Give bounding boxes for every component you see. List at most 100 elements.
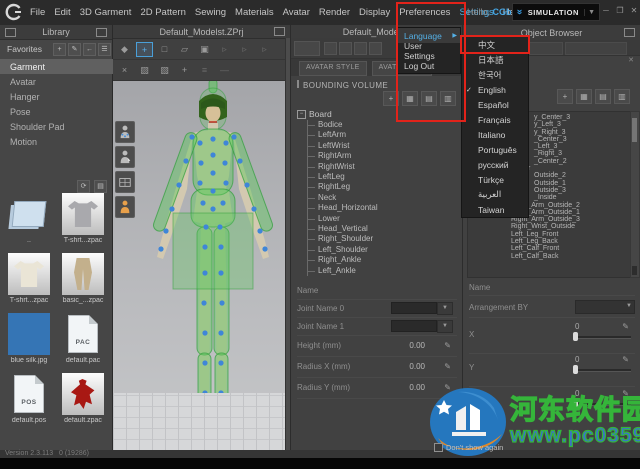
- library-category[interactable]: Hanger: [0, 89, 113, 104]
- tree-item[interactable]: LeftArm: [308, 130, 457, 140]
- menu-item[interactable]: Render: [319, 7, 350, 18]
- file-item[interactable]: PAC default.pac: [58, 313, 108, 364]
- joint-name-0-dropdown[interactable]: ▼: [437, 301, 453, 315]
- import-button[interactable]: ▤: [421, 91, 437, 106]
- rectangle-select-icon[interactable]: □: [156, 42, 173, 57]
- language-menu-item[interactable]: ✓ Français: [462, 112, 528, 127]
- dont-show-checkbox[interactable]: [434, 443, 443, 452]
- tree-item[interactable]: Left_Calf_Back: [468, 253, 630, 260]
- tree-item[interactable]: Head_Vertical: [308, 224, 457, 234]
- language-menu-item[interactable]: ✓ 中文: [460, 35, 530, 54]
- language-menu-item[interactable]: ✓ Español: [462, 97, 528, 112]
- delete-button[interactable]: ▦: [402, 91, 418, 106]
- tree-item[interactable]: Left_Shoulder: [308, 245, 457, 255]
- height-value[interactable]: 0.00: [409, 341, 425, 350]
- library-category[interactable]: Pose: [0, 104, 113, 119]
- 3d-canvas[interactable]: [113, 78, 285, 451]
- library-category[interactable]: Garment: [0, 59, 113, 74]
- tree-item[interactable]: RightLeg: [308, 182, 457, 192]
- tree-item[interactable]: LeftWrist: [308, 141, 457, 151]
- save-button[interactable]: ▥: [614, 89, 630, 104]
- arrangement-dropdown[interactable]: ▼: [575, 300, 635, 314]
- tree-item[interactable]: Right_Shoulder: [308, 234, 457, 244]
- toolbar-icon[interactable]: [354, 42, 367, 55]
- menu-item[interactable]: Edit: [54, 7, 70, 18]
- language-menu-item[interactable]: ✓ Taiwan: [462, 202, 528, 217]
- tree-item[interactable]: Right_Wrist_Outside: [468, 223, 630, 230]
- language-menu-item[interactable]: ✓ 한국어: [462, 67, 528, 82]
- maximize-button[interactable]: ❐: [615, 5, 625, 17]
- file-item[interactable]: ..: [4, 193, 54, 244]
- tree-item[interactable]: Lower: [308, 214, 457, 224]
- language-menu-item[interactable]: ✓ English: [462, 82, 528, 97]
- gizmo-mode-icon[interactable]: ◆: [116, 42, 133, 57]
- y-slider-track[interactable]: [575, 369, 631, 372]
- scrollbar-thumb[interactable]: [632, 118, 637, 142]
- tree-item[interactable]: Bodice: [308, 120, 457, 130]
- save-button[interactable]: ▥: [440, 91, 456, 106]
- tree-item[interactable]: Neck: [308, 193, 457, 203]
- chevron-down-icon[interactable]: ▼: [584, 8, 595, 16]
- add-button[interactable]: +: [383, 91, 399, 106]
- library-category[interactable]: Shoulder Pad: [0, 119, 113, 134]
- y-value[interactable]: 0: [575, 355, 579, 364]
- mesh-garment-icon[interactable]: ▧: [156, 63, 173, 78]
- import-button[interactable]: ▤: [595, 89, 611, 104]
- settings-menu-item[interactable]: Log Out ▶: [398, 58, 460, 73]
- settings-menu-item[interactable]: User Settings ▶: [398, 41, 460, 61]
- scrollbar-button[interactable]: [632, 266, 637, 275]
- menu-item[interactable]: Preferences: [399, 7, 450, 18]
- edit-pencil-icon[interactable]: ✎: [444, 362, 451, 371]
- toolbar-icon[interactable]: [339, 42, 352, 55]
- viewport-tab[interactable]: Default_Modelst.ZPrj: [113, 25, 290, 39]
- collapse-icon[interactable]: −: [297, 109, 306, 119]
- tree-item[interactable]: Left_Ankle: [308, 266, 457, 276]
- delete-button[interactable]: ▦: [576, 89, 592, 104]
- file-item[interactable]: T-shrt...zpac: [4, 253, 54, 304]
- radius-x-value[interactable]: 0.00: [409, 362, 425, 371]
- menu-item[interactable]: File: [30, 7, 45, 18]
- menu-item[interactable]: 2D Pattern: [140, 7, 185, 18]
- grid-view-icon[interactable]: ▤: [94, 180, 107, 193]
- file-item[interactable]: basic_...zpac: [58, 253, 108, 304]
- file-item[interactable]: T-shrt...zpac: [58, 193, 108, 244]
- pin-garment-icon[interactable]: ▨: [136, 63, 153, 78]
- undock-icon[interactable]: [274, 27, 285, 36]
- menu-item[interactable]: 3D Garment: [80, 7, 132, 18]
- file-item[interactable]: default.zpac: [58, 373, 108, 424]
- x-slider-track[interactable]: [575, 336, 631, 339]
- language-menu-item[interactable]: ✓ 日本語: [462, 52, 528, 67]
- refresh-icon[interactable]: ⟳: [77, 180, 90, 193]
- tree-item[interactable]: Left_Leg_Back: [468, 238, 630, 245]
- edit-pencil-icon[interactable]: ✎: [444, 341, 451, 350]
- edit-pencil-icon[interactable]: ✎: [622, 322, 629, 331]
- radius-y-value[interactable]: 0.00: [409, 383, 425, 392]
- tree-item[interactable]: Head_Horizontal: [308, 203, 457, 213]
- tree-item[interactable]: Left_Calf_Front: [468, 245, 630, 252]
- library-category[interactable]: Avatar: [0, 74, 113, 89]
- tree-item[interactable]: Left_Leg_Front: [468, 231, 630, 238]
- move-tool-icon[interactable]: +: [136, 41, 153, 57]
- language-menu-item[interactable]: ✓ Italiano: [462, 127, 528, 142]
- toolbar-dropdown[interactable]: [294, 41, 320, 56]
- edit-pencil-icon[interactable]: ✎: [622, 355, 629, 364]
- scrollbar[interactable]: [630, 111, 640, 278]
- add-button[interactable]: +: [557, 89, 573, 104]
- close-icon[interactable]: ✕: [628, 56, 634, 64]
- panel-menu-icon[interactable]: [96, 27, 107, 37]
- snapshot-icon[interactable]: ▣: [196, 42, 213, 57]
- minimize-button[interactable]: ─: [601, 5, 611, 17]
- list-view-button[interactable]: ☰: [98, 42, 111, 56]
- language-menu-item[interactable]: ✓ Português: [462, 142, 528, 157]
- tree-item[interactable]: LeftLeg: [308, 172, 457, 182]
- simulation-button[interactable]: « SIMULATION ▼: [512, 3, 600, 21]
- tree-item[interactable]: RightWrist: [308, 162, 457, 172]
- language-menu-item[interactable]: ✓ русский: [462, 157, 528, 172]
- user-name[interactable]: CGb: [493, 7, 512, 17]
- menu-item[interactable]: Avatar: [283, 7, 310, 18]
- add-favorite-button[interactable]: +: [53, 42, 66, 56]
- pin-avatar-button[interactable]: [115, 146, 135, 168]
- avatar-tab[interactable]: AVATAR STYLE: [299, 61, 367, 76]
- joint-name-1-dropdown[interactable]: ▼: [437, 319, 453, 333]
- object-browser-tab[interactable]: [565, 42, 627, 55]
